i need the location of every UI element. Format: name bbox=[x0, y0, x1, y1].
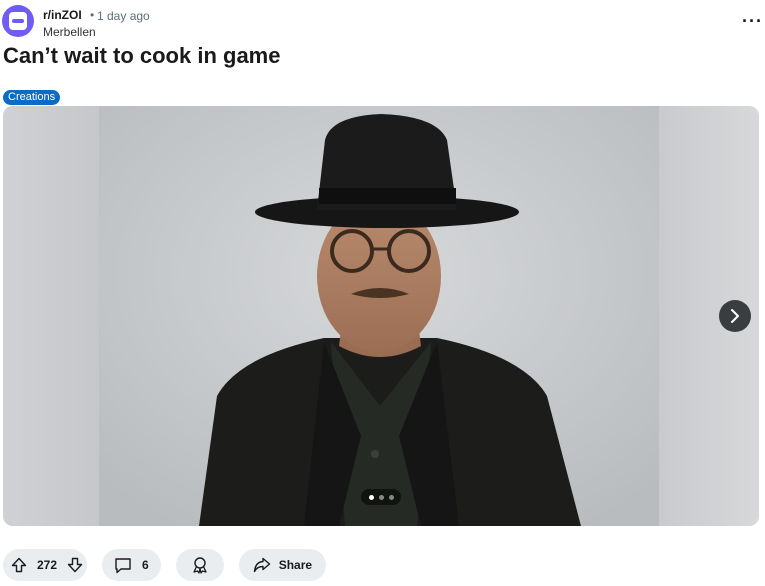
subreddit-avatar-icon[interactable] bbox=[2, 5, 34, 37]
post-title[interactable]: Can’t wait to cook in game bbox=[3, 43, 280, 69]
vote-group: 272 bbox=[3, 549, 87, 581]
gallery-pagination bbox=[361, 489, 401, 505]
share-button[interactable]: Share bbox=[238, 549, 327, 581]
post-flair[interactable]: Creations bbox=[3, 90, 61, 105]
comment-bubble-icon bbox=[114, 556, 132, 574]
author-name[interactable]: Merbellen bbox=[43, 25, 96, 39]
post-time: 1 day ago bbox=[97, 9, 150, 23]
award-icon bbox=[191, 556, 209, 574]
image-gallery[interactable] bbox=[3, 106, 759, 526]
gallery-next-button[interactable] bbox=[719, 300, 751, 332]
post-header: r/inZOI • 1 day ago Merbellen ··· bbox=[2, 4, 762, 40]
share-arrow-icon bbox=[253, 557, 271, 573]
chevron-right-icon bbox=[731, 309, 739, 323]
more-options-icon[interactable]: ··· bbox=[742, 12, 763, 30]
vote-count: 272 bbox=[37, 558, 58, 572]
separator-dot: • bbox=[90, 8, 95, 22]
gallery-image[interactable] bbox=[99, 106, 662, 526]
award-button[interactable] bbox=[175, 549, 224, 581]
share-label: Share bbox=[278, 558, 313, 572]
comment-count: 6 bbox=[142, 558, 149, 572]
character-portrait bbox=[99, 106, 662, 526]
subreddit-name[interactable]: r/inZOI bbox=[43, 8, 82, 22]
comments-button[interactable]: 6 bbox=[102, 549, 161, 581]
upvote-arrow-icon[interactable] bbox=[11, 557, 27, 573]
gallery-dot[interactable] bbox=[368, 494, 374, 500]
gallery-dot[interactable] bbox=[378, 494, 384, 500]
post-actions: 272 6 Share bbox=[3, 549, 327, 581]
downvote-arrow-icon[interactable] bbox=[67, 557, 83, 573]
gallery-edge-left bbox=[3, 106, 99, 526]
gallery-dot[interactable] bbox=[388, 494, 394, 500]
